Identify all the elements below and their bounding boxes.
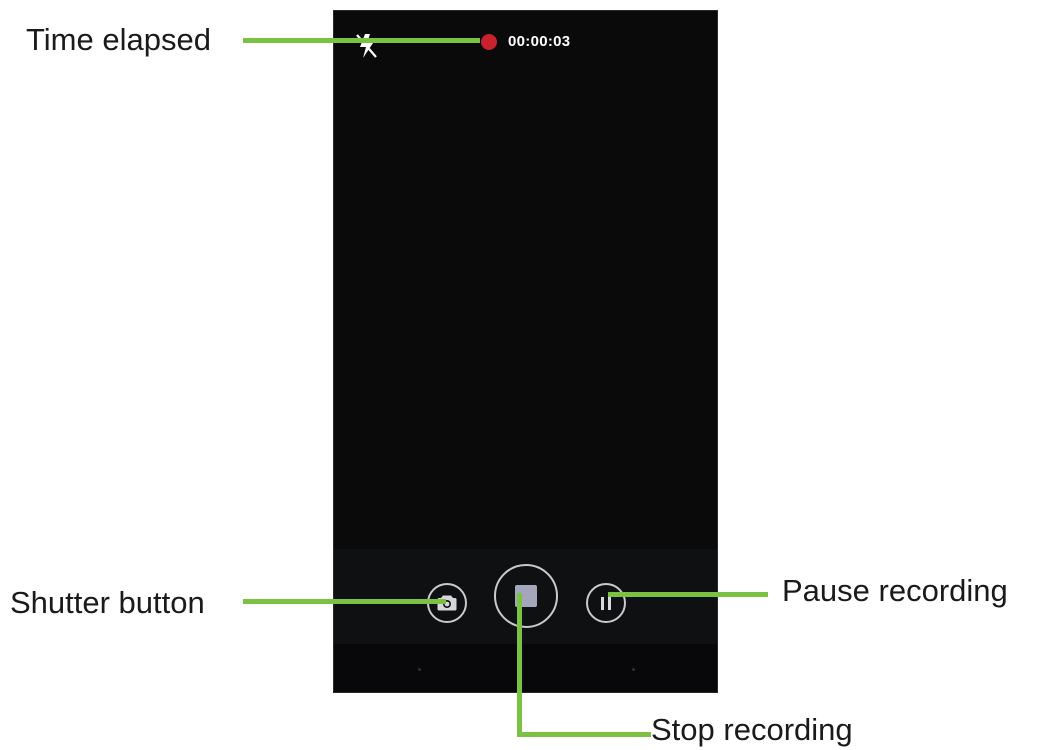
elapsed-time: 00:00:03 — [508, 33, 571, 50]
callout-pause-recording-line — [608, 592, 768, 597]
video-recording-screen: 00:00:03 — [333, 10, 718, 693]
pause-bar-right — [608, 597, 611, 610]
callout-shutter-button-line — [243, 599, 446, 604]
pause-bar-left — [601, 597, 604, 610]
flash-off-icon[interactable] — [354, 31, 380, 61]
nav-dot-left — [418, 668, 421, 671]
stop-recording-button[interactable] — [494, 564, 558, 628]
callout-stop-recording-line-horizontal — [517, 732, 651, 737]
system-navigation-bar — [334, 644, 717, 692]
callout-stop-recording-label: Stop recording — [651, 712, 853, 747]
callout-pause-recording-label: Pause recording — [782, 573, 1008, 608]
recording-indicator-dot — [481, 34, 497, 50]
pause-recording-button[interactable] — [586, 583, 626, 623]
callout-stop-recording-line-vertical — [517, 593, 522, 737]
annotated-screenshot: 00:00:03 Time elapsed Shutter button Pau… — [0, 0, 1044, 750]
callout-time-elapsed-label: Time elapsed — [26, 22, 211, 57]
nav-dot-right — [632, 668, 635, 671]
callout-time-elapsed-line — [243, 38, 480, 43]
callout-shutter-button-label: Shutter button — [10, 585, 205, 620]
